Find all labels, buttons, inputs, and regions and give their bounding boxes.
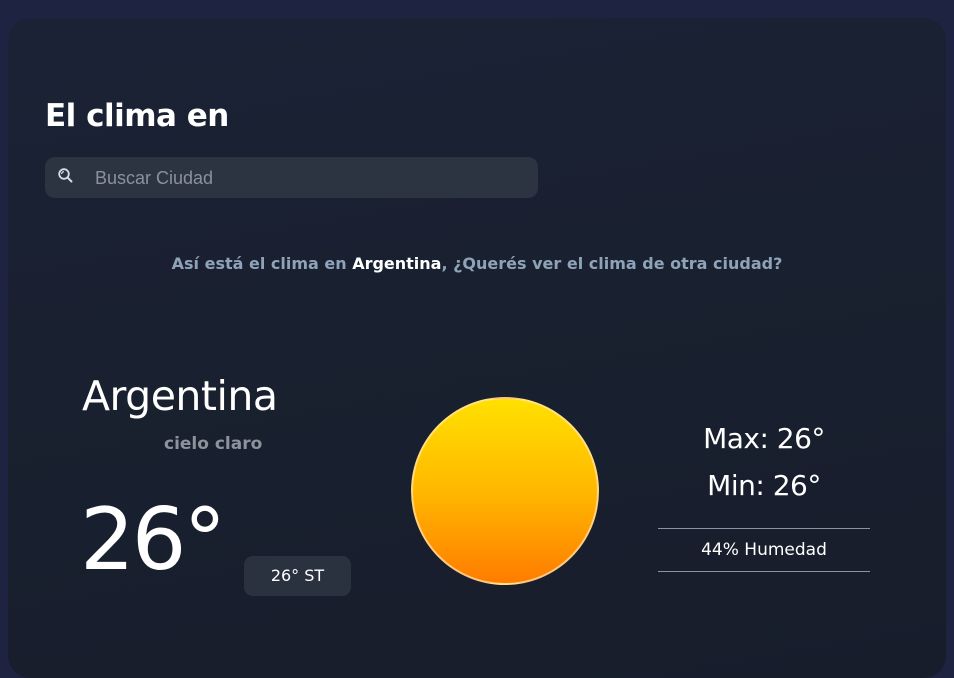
current-temperature: 26° [80,490,226,590]
info-prefix: Así está el clima en [171,254,353,273]
weather-condition: cielo claro [164,434,263,454]
max-temperature: Max: 26° [703,422,825,455]
min-temperature: Min: 26° [707,469,821,502]
search-box[interactable] [45,157,538,200]
city-name: Argentina [82,372,278,420]
weather-info-line: Así está el clima en Argentina, ¿Querés … [8,254,946,273]
weather-card: El clima en Así está el clima en Argenti… [8,18,946,678]
search-input[interactable] [93,157,527,200]
feels-like-badge: 26° ST [244,556,351,596]
page-title: El clima en [45,98,229,134]
search-icon [57,167,75,185]
info-country: Argentina [352,254,442,273]
change-city-link[interactable]: ¿Querés ver el clima de otra ciudad? [448,254,782,273]
humidity: 44% Humedad [658,528,870,572]
sun-icon [411,397,599,585]
